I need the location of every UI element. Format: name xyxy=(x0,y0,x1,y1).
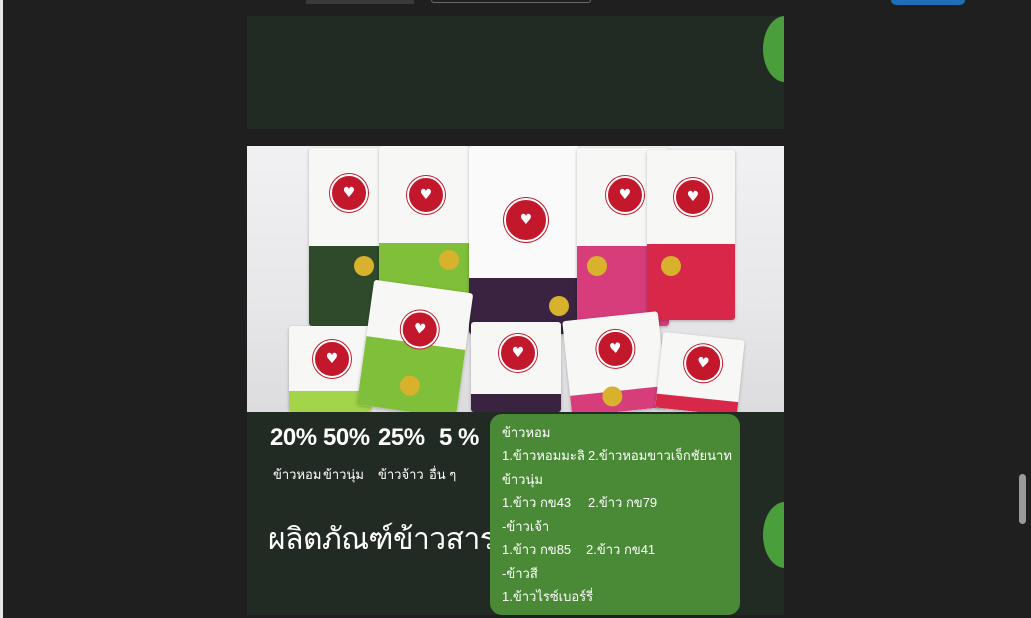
rice-package: ♥ xyxy=(655,331,745,412)
package-band xyxy=(647,243,735,320)
brand-logo-icon: ♥ xyxy=(407,176,445,214)
stat-label: อื่น ๆ xyxy=(429,467,457,482)
brand-logo-icon: ♥ xyxy=(504,198,548,242)
info-item: 1.ข้าว กข43 xyxy=(502,495,572,510)
green-accent-shape xyxy=(763,16,784,82)
info-item: 2.ข้าว กข79 xyxy=(588,495,658,510)
stat-label: ข้าวหอม xyxy=(273,467,322,482)
info-item: 2.ข้าวหอมขาวเจ็กชัยนาท xyxy=(588,448,732,463)
product-info-box: ข้าวหอม 1.ข้าวหอมมะลิ 2.ข้าวหอมขาวเจ็กชั… xyxy=(490,414,740,615)
document-viewer: ♥ ♥ ♥ ♥ ♥ ♥ ♥ ♥ ♥ ♥ 20% 50% 25% 5 % ข้าว… xyxy=(0,0,1031,618)
brand-logo-icon: ♥ xyxy=(606,176,644,214)
green-accent-shape xyxy=(763,502,784,568)
info-heading: -ข้าวสี xyxy=(502,566,538,581)
toolbar-search-fragment[interactable] xyxy=(431,0,591,3)
info-heading: ข้าวหอม xyxy=(502,425,551,440)
package-band xyxy=(471,394,561,412)
rice-package: ♥ xyxy=(647,150,735,320)
brand-logo-icon: ♥ xyxy=(682,342,725,385)
seal-icon xyxy=(587,256,607,276)
rice-package: ♥ xyxy=(471,322,561,412)
stat-value: 50% xyxy=(323,424,370,451)
rice-package: ♥ xyxy=(356,279,474,412)
stat-value: 20% xyxy=(270,424,317,451)
page-title: ผลิตภัณฑ์ข้าวสาร xyxy=(268,523,496,556)
brand-logo-icon: ♥ xyxy=(313,340,351,378)
rice-packages-image: ♥ ♥ ♥ ♥ ♥ ♥ ♥ ♥ ♥ ♥ xyxy=(247,146,784,412)
seal-icon xyxy=(439,250,459,270)
stat-label: ข้าวนุ่ม xyxy=(323,467,364,482)
info-heading: ข้าวนุ่ม xyxy=(502,472,543,487)
rice-package: ♥ xyxy=(562,311,668,412)
stats-panel: 20% 50% 25% 5 % ข้าวหอม ข้าวนุ่ม ข้าวจ้า… xyxy=(247,416,487,506)
seal-icon xyxy=(354,256,374,276)
info-item: 1.ข้าวหอมมะลิ xyxy=(502,448,585,463)
seal-icon xyxy=(661,256,681,276)
slide-previous xyxy=(247,16,784,129)
seal-icon xyxy=(549,296,569,316)
package-band xyxy=(356,335,466,412)
stat-value: 25% xyxy=(378,424,425,451)
toolbar-fragment xyxy=(306,0,414,4)
info-item: 2.ข้าว กข41 xyxy=(586,542,656,557)
info-heading: -ข้าวเจ้า xyxy=(502,519,550,534)
rice-package: ♥ xyxy=(469,146,579,334)
toolbar-action-button[interactable] xyxy=(891,0,965,5)
info-item: 1.ข้าวไรซ์เบอร์รี่ xyxy=(502,589,594,604)
brand-logo-icon: ♥ xyxy=(499,334,537,372)
scrollbar-thumb[interactable] xyxy=(1019,474,1026,524)
stat-label: ข้าวจ้าว xyxy=(378,467,424,482)
brand-logo-icon: ♥ xyxy=(594,327,637,370)
brand-logo-icon: ♥ xyxy=(674,178,712,216)
brand-logo-icon: ♥ xyxy=(330,174,368,212)
window-edge xyxy=(0,0,3,618)
info-item: 1.ข้าว กข85 xyxy=(502,542,572,557)
stat-value: 5 % xyxy=(439,424,479,451)
slide-products: ♥ ♥ ♥ ♥ ♥ ♥ ♥ ♥ ♥ ♥ 20% 50% 25% 5 % ข้าว… xyxy=(247,146,784,615)
package-band xyxy=(655,393,739,412)
